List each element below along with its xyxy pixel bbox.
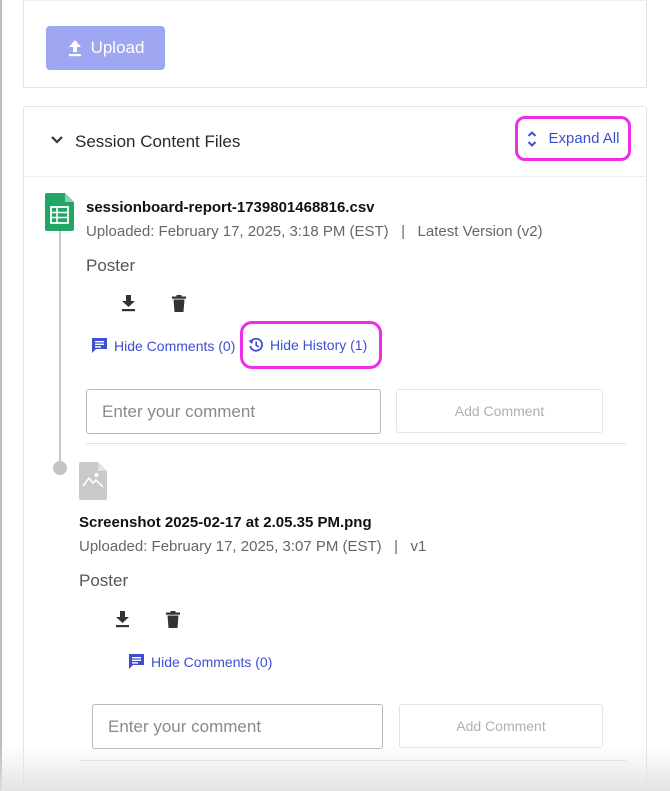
- section-header: Session Content Files Expand All: [24, 107, 646, 177]
- upload-label: Upload: [90, 38, 145, 57]
- comment-icon: [92, 338, 107, 353]
- divider: [86, 443, 626, 444]
- window-edge: [0, 0, 2, 791]
- hide-history-button[interactable]: Hide History (1): [248, 337, 367, 353]
- download-icon[interactable]: [121, 295, 136, 312]
- file-role: Poster: [79, 571, 129, 590]
- divider: [80, 760, 626, 761]
- delete-icon[interactable]: [172, 295, 186, 312]
- version-timeline-dot: [53, 461, 67, 475]
- file-upload-meta: Uploaded: February 17, 2025, 3:07 PM (ES…: [79, 538, 427, 555]
- add-comment-button[interactable]: Add Comment: [399, 704, 603, 748]
- upload-icon: [68, 40, 81, 57]
- comment-icon: [129, 654, 144, 669]
- chevron-down-icon[interactable]: [50, 135, 64, 145]
- spreadsheet-icon: [45, 193, 74, 231]
- hide-comments-label: Hide Comments (0): [114, 337, 236, 354]
- file-upload-meta: Uploaded: February 17, 2025, 3:18 PM (ES…: [86, 223, 543, 240]
- comment-input[interactable]: [92, 704, 383, 749]
- comment-input[interactable]: [86, 389, 381, 434]
- section-title: Session Content Files: [75, 132, 241, 151]
- upload-card: Upload: [23, 0, 647, 88]
- file-role: Poster: [86, 256, 136, 275]
- version-timeline-line: [59, 230, 61, 468]
- upload-button[interactable]: Upload: [46, 26, 165, 70]
- expand-all-button[interactable]: Expand All: [515, 116, 631, 161]
- delete-icon[interactable]: [166, 611, 180, 628]
- file-name[interactable]: sessionboard-report-1739801468816.csv: [86, 199, 375, 216]
- download-icon[interactable]: [115, 611, 130, 628]
- expand-all-label: Expand All: [548, 130, 620, 147]
- hide-comments-label: Hide Comments (0): [151, 653, 273, 670]
- history-icon: [248, 337, 263, 352]
- unfold-more-icon: [527, 130, 536, 147]
- add-comment-button[interactable]: Add Comment: [396, 389, 603, 433]
- file-name[interactable]: Screenshot 2025-02-17 at 2.05.35 PM.png: [79, 514, 372, 531]
- image-file-icon: [79, 462, 107, 500]
- hide-history-label: Hide History (1): [270, 337, 368, 353]
- hide-comments-button[interactable]: Hide Comments (0): [128, 653, 272, 670]
- hide-comments-button[interactable]: Hide Comments (0): [91, 337, 235, 354]
